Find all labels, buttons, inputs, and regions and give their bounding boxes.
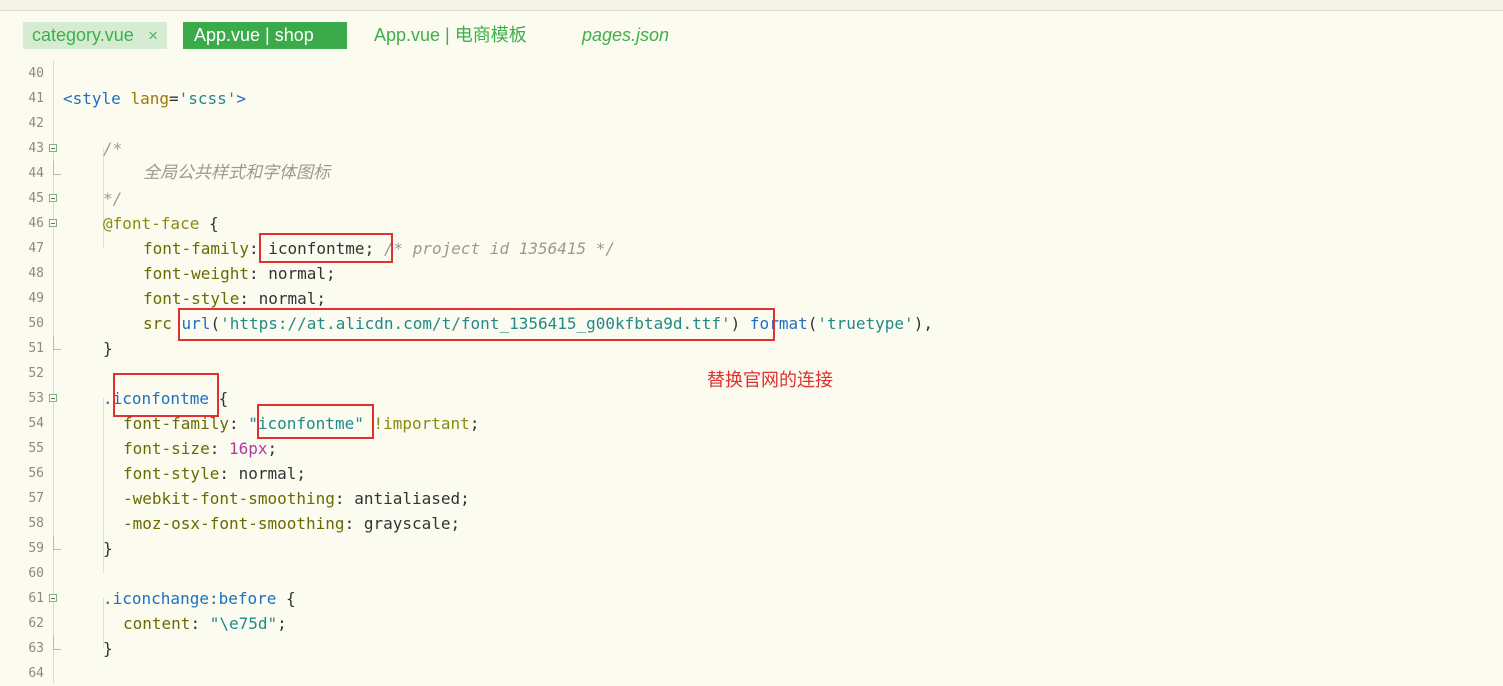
code-line: 59 }	[0, 536, 1503, 561]
line-number: 53	[28, 391, 44, 406]
line-number: 63	[28, 641, 44, 656]
code-line: 63 }	[0, 636, 1503, 661]
code-text: font-weight: normal;	[143, 264, 336, 283]
code-line: 44 全局公共样式和字体图标	[0, 161, 1503, 186]
tab-label: App.vue | 电商模板	[374, 25, 527, 45]
code-line: 42	[0, 111, 1503, 136]
tab-label: category.vue	[32, 25, 134, 45]
annotation-text: 替换官网的连接	[707, 370, 833, 390]
code-line: 60	[0, 561, 1503, 586]
fold-end-marker	[53, 161, 61, 175]
line-number: 47	[28, 241, 44, 256]
line-number: 41	[28, 91, 44, 106]
code-line: 40	[0, 61, 1503, 86]
code-line: 57 -webkit-font-smoothing: antialiased;	[0, 486, 1503, 511]
code-text: font-size: 16px;	[123, 439, 278, 458]
code-line: 43 /*	[0, 136, 1503, 161]
tab-label: pages.json	[582, 25, 670, 45]
code-line: 45 */	[0, 186, 1503, 211]
code-text: -webkit-font-smoothing: antialiased;	[123, 489, 470, 508]
line-number: 57	[28, 491, 44, 506]
code-line: 55 font-size: 16px;	[0, 436, 1503, 461]
line-number: 45	[28, 191, 44, 206]
tab-app-vue-template[interactable]: App.vue | 电商模板	[374, 22, 527, 49]
line-number: 48	[28, 266, 44, 281]
code-text: }	[103, 339, 113, 358]
line-number: 62	[28, 616, 44, 631]
code-line: 41 <style lang='scss'>	[0, 86, 1503, 111]
comment-text: /*	[103, 139, 123, 158]
fold-toggle-icon[interactable]	[49, 219, 57, 227]
line-number: 49	[28, 291, 44, 306]
line-number: 46	[28, 216, 44, 231]
code-text: @font-face {	[103, 214, 219, 233]
highlight-box-url	[178, 308, 775, 341]
fold-toggle-icon[interactable]	[49, 144, 57, 152]
fold-end-marker	[53, 536, 61, 550]
highlight-box-font-family-value	[257, 404, 374, 439]
tab-app-vue-shop[interactable]: App.vue | shop	[183, 22, 347, 49]
code-text: -moz-osx-font-smoothing: grayscale;	[123, 514, 461, 533]
fold-end-marker	[53, 636, 61, 650]
highlight-box-selector	[113, 373, 219, 417]
code-text: <style lang='scss'>	[63, 89, 247, 108]
highlight-box-font-family	[259, 233, 393, 263]
line-number: 52	[28, 366, 44, 381]
code-text: }	[103, 539, 113, 558]
line-number: 61	[28, 591, 44, 606]
code-text: content: "\e75d";	[123, 614, 287, 633]
code-line: 56 font-style: normal;	[0, 461, 1503, 486]
fold-toggle-icon[interactable]	[49, 394, 57, 402]
line-number: 40	[28, 66, 44, 81]
fold-end-marker	[53, 336, 61, 350]
code-line: 58 -moz-osx-font-smoothing: grayscale;	[0, 511, 1503, 536]
window-top-strip	[0, 0, 1503, 11]
line-number: 43	[28, 141, 44, 156]
line-number: 56	[28, 466, 44, 481]
tab-label: App.vue | shop	[194, 25, 314, 45]
code-line: 61 .iconchange:before {	[0, 586, 1503, 611]
line-number: 42	[28, 116, 44, 131]
comment-text: */	[103, 189, 123, 208]
code-line: 46 @font-face {	[0, 211, 1503, 236]
editor-tab-bar: category.vue × App.vue | shop App.vue | …	[0, 11, 1503, 57]
line-number: 55	[28, 441, 44, 456]
fold-toggle-icon[interactable]	[49, 194, 57, 202]
code-text: }	[103, 639, 113, 658]
code-line: 54 font-family: "iconfontme" !important;	[0, 411, 1503, 436]
comment-text: 全局公共样式和字体图标	[143, 163, 330, 183]
code-text: font-style: normal;	[123, 464, 307, 483]
line-number: 50	[28, 316, 44, 331]
line-number: 44	[28, 166, 44, 181]
line-number: 58	[28, 516, 44, 531]
fold-toggle-icon[interactable]	[49, 594, 57, 602]
close-icon[interactable]: ×	[148, 22, 158, 49]
code-line: 62 content: "\e75d";	[0, 611, 1503, 636]
code-line: 64	[0, 661, 1503, 686]
code-line: 47 font-family: iconfontme; /* project i…	[0, 236, 1503, 261]
line-number: 51	[28, 341, 44, 356]
line-number: 60	[28, 566, 44, 581]
code-text: .iconchange:before {	[103, 589, 296, 608]
code-line: 48 font-weight: normal;	[0, 261, 1503, 286]
line-number: 64	[28, 666, 44, 681]
tab-category-vue[interactable]: category.vue ×	[23, 22, 167, 49]
line-number: 54	[28, 416, 44, 431]
line-number: 59	[28, 541, 44, 556]
tab-pages-json[interactable]: pages.json	[582, 22, 669, 49]
